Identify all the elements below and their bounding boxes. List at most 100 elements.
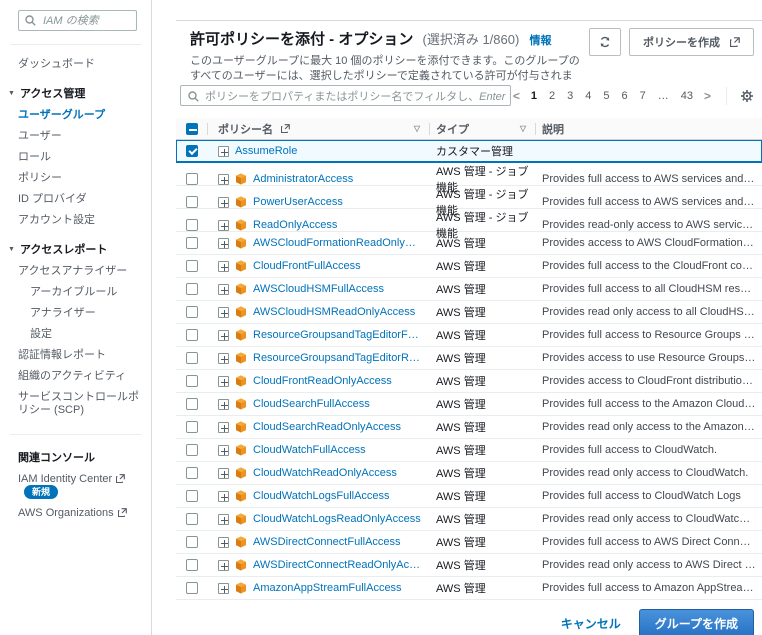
policy-name-link[interactable]: AWSCloudFormationReadOnlyAccess bbox=[253, 237, 422, 249]
sort-icon[interactable]: ▽ bbox=[520, 124, 526, 133]
page-number[interactable]: 4 bbox=[582, 88, 594, 104]
expand-icon[interactable] bbox=[218, 283, 229, 295]
row-checkbox[interactable] bbox=[186, 559, 198, 571]
expand-icon[interactable] bbox=[218, 173, 229, 185]
policy-name-link[interactable]: CloudSearchFullAccess bbox=[253, 398, 370, 410]
expand-icon[interactable] bbox=[218, 467, 229, 479]
sidebar-item[interactable]: 組織のアクティビティ bbox=[0, 366, 151, 387]
expand-icon[interactable] bbox=[218, 536, 229, 548]
sidebar-item[interactable]: ポリシー bbox=[0, 168, 151, 189]
policy-name-link[interactable]: AWSCloudHSMFullAccess bbox=[253, 283, 384, 295]
row-checkbox[interactable] bbox=[186, 375, 198, 387]
row-checkbox[interactable] bbox=[186, 306, 198, 318]
expand-icon[interactable] bbox=[218, 490, 229, 502]
policy-name-link[interactable]: AWSDirectConnectFullAccess bbox=[253, 536, 401, 548]
column-label: ポリシー名 bbox=[218, 123, 273, 136]
policy-name-link[interactable]: ResourceGroupsandTagEditorReadOnlyAcc... bbox=[253, 352, 422, 364]
create-policy-button[interactable]: ポリシーを作成 bbox=[629, 28, 754, 56]
row-checkbox[interactable] bbox=[186, 444, 198, 456]
sidebar-item[interactable]: アカウント設定 bbox=[0, 210, 151, 231]
select-all-checkbox[interactable] bbox=[186, 122, 198, 135]
row-checkbox[interactable] bbox=[186, 260, 198, 272]
policy-name-link[interactable]: AssumeRole bbox=[235, 145, 297, 157]
info-link[interactable]: 情報 bbox=[530, 35, 552, 47]
policy-name-link[interactable]: AdministratorAccess bbox=[253, 173, 353, 185]
policy-name-link[interactable]: CloudWatchLogsFullAccess bbox=[253, 490, 390, 502]
row-checkbox[interactable] bbox=[186, 329, 198, 341]
expand-icon[interactable] bbox=[218, 398, 229, 410]
policy-name-link[interactable]: AWSCloudHSMReadOnlyAccess bbox=[253, 306, 415, 318]
page-number[interactable]: 43 bbox=[678, 88, 696, 104]
page-number[interactable]: 6 bbox=[618, 88, 630, 104]
row-checkbox[interactable] bbox=[186, 467, 198, 479]
sidebar-item[interactable]: ▼ アクセスレポート bbox=[0, 239, 151, 261]
expand-icon[interactable] bbox=[218, 582, 229, 594]
sidebar-item[interactable]: ID プロバイダ bbox=[0, 189, 151, 210]
policy-name-link[interactable]: CloudSearchReadOnlyAccess bbox=[253, 421, 401, 433]
sidebar-item[interactable]: サービスコントロールポリシー (SCP) bbox=[0, 387, 151, 421]
policy-name-link[interactable]: CloudWatchFullAccess bbox=[253, 444, 366, 456]
sidebar-item[interactable]: ▼ アクセス管理 bbox=[0, 83, 151, 105]
expand-icon[interactable] bbox=[218, 196, 229, 208]
expand-icon[interactable] bbox=[218, 145, 229, 157]
row-checkbox[interactable] bbox=[186, 237, 198, 249]
row-checkbox[interactable] bbox=[186, 352, 198, 364]
create-group-button[interactable]: グループを作成 bbox=[638, 609, 754, 635]
sidebar-item[interactable]: ダッシュボード bbox=[0, 54, 151, 75]
sidebar-item[interactable]: IAM Identity Center新規 bbox=[0, 469, 151, 503]
sidebar-item[interactable]: アナライザー bbox=[0, 303, 151, 324]
sidebar-item[interactable]: AWS Organizations bbox=[0, 503, 151, 524]
page-number[interactable]: 1 bbox=[528, 88, 540, 104]
sidebar-item[interactable]: アーカイブルール bbox=[0, 282, 151, 303]
settings-button[interactable] bbox=[740, 89, 754, 103]
policy-name-link[interactable]: ReadOnlyAccess bbox=[253, 219, 337, 231]
expand-icon[interactable] bbox=[218, 237, 229, 249]
policy-name-link[interactable]: PowerUserAccess bbox=[253, 196, 343, 208]
row-checkbox[interactable] bbox=[186, 145, 198, 157]
policy-name-link[interactable]: AmazonAppStreamFullAccess bbox=[253, 582, 402, 594]
expand-icon[interactable] bbox=[218, 306, 229, 318]
policy-name-link[interactable]: CloudFrontFullAccess bbox=[253, 260, 361, 272]
row-checkbox[interactable] bbox=[186, 421, 198, 433]
expand-icon[interactable] bbox=[218, 421, 229, 433]
page-number[interactable]: 3 bbox=[564, 88, 576, 104]
expand-icon[interactable] bbox=[218, 559, 229, 571]
policy-name-link[interactable]: ResourceGroupsandTagEditorFullAccess bbox=[253, 329, 422, 341]
expand-icon[interactable] bbox=[218, 329, 229, 341]
row-checkbox[interactable] bbox=[186, 490, 198, 502]
sort-icon[interactable]: ▽ bbox=[414, 124, 420, 133]
policy-name-link[interactable]: AWSDirectConnectReadOnlyAccess bbox=[253, 559, 422, 571]
cancel-button[interactable]: キャンセル bbox=[561, 615, 621, 632]
prev-page-icon[interactable]: < bbox=[511, 89, 522, 103]
refresh-button[interactable] bbox=[589, 28, 621, 56]
expand-icon[interactable] bbox=[218, 513, 229, 525]
expand-icon[interactable] bbox=[218, 352, 229, 364]
policy-description-cell: Provides full access to AWS Direct Conne… bbox=[542, 536, 762, 548]
policy-name-link[interactable]: CloudFrontReadOnlyAccess bbox=[253, 375, 392, 387]
row-checkbox[interactable] bbox=[186, 219, 198, 231]
row-checkbox[interactable] bbox=[186, 173, 198, 185]
sidebar-item[interactable]: 認証情報レポート bbox=[0, 345, 151, 366]
row-checkbox[interactable] bbox=[186, 513, 198, 525]
sidebar-item[interactable]: ユーザーグループ bbox=[0, 105, 151, 126]
row-checkbox[interactable] bbox=[186, 582, 198, 594]
next-page-icon[interactable]: > bbox=[702, 89, 713, 103]
sidebar-item[interactable]: アクセスアナライザー bbox=[0, 261, 151, 282]
row-checkbox[interactable] bbox=[186, 536, 198, 548]
sidebar-item[interactable]: ロール bbox=[0, 147, 151, 168]
page-number[interactable]: 5 bbox=[600, 88, 612, 104]
sidebar-item[interactable]: ユーザー bbox=[0, 126, 151, 147]
sidebar-item[interactable]: 設定 bbox=[0, 324, 151, 345]
expand-icon[interactable] bbox=[218, 219, 229, 231]
policy-name-link[interactable]: CloudWatchLogsReadOnlyAccess bbox=[253, 513, 421, 525]
expand-icon[interactable] bbox=[218, 444, 229, 456]
row-checkbox[interactable] bbox=[186, 196, 198, 208]
page-number[interactable]: 2 bbox=[546, 88, 558, 104]
row-checkbox[interactable] bbox=[186, 283, 198, 295]
row-checkbox[interactable] bbox=[186, 398, 198, 410]
page-number[interactable]: 7 bbox=[637, 88, 649, 104]
policy-filter-input[interactable]: ポリシーをプロパティまたはポリシー名でフィルタし、Enter キーを押します。 bbox=[180, 85, 511, 106]
expand-icon[interactable] bbox=[218, 375, 229, 387]
policy-name-link[interactable]: CloudWatchReadOnlyAccess bbox=[253, 467, 397, 479]
expand-icon[interactable] bbox=[218, 260, 229, 272]
